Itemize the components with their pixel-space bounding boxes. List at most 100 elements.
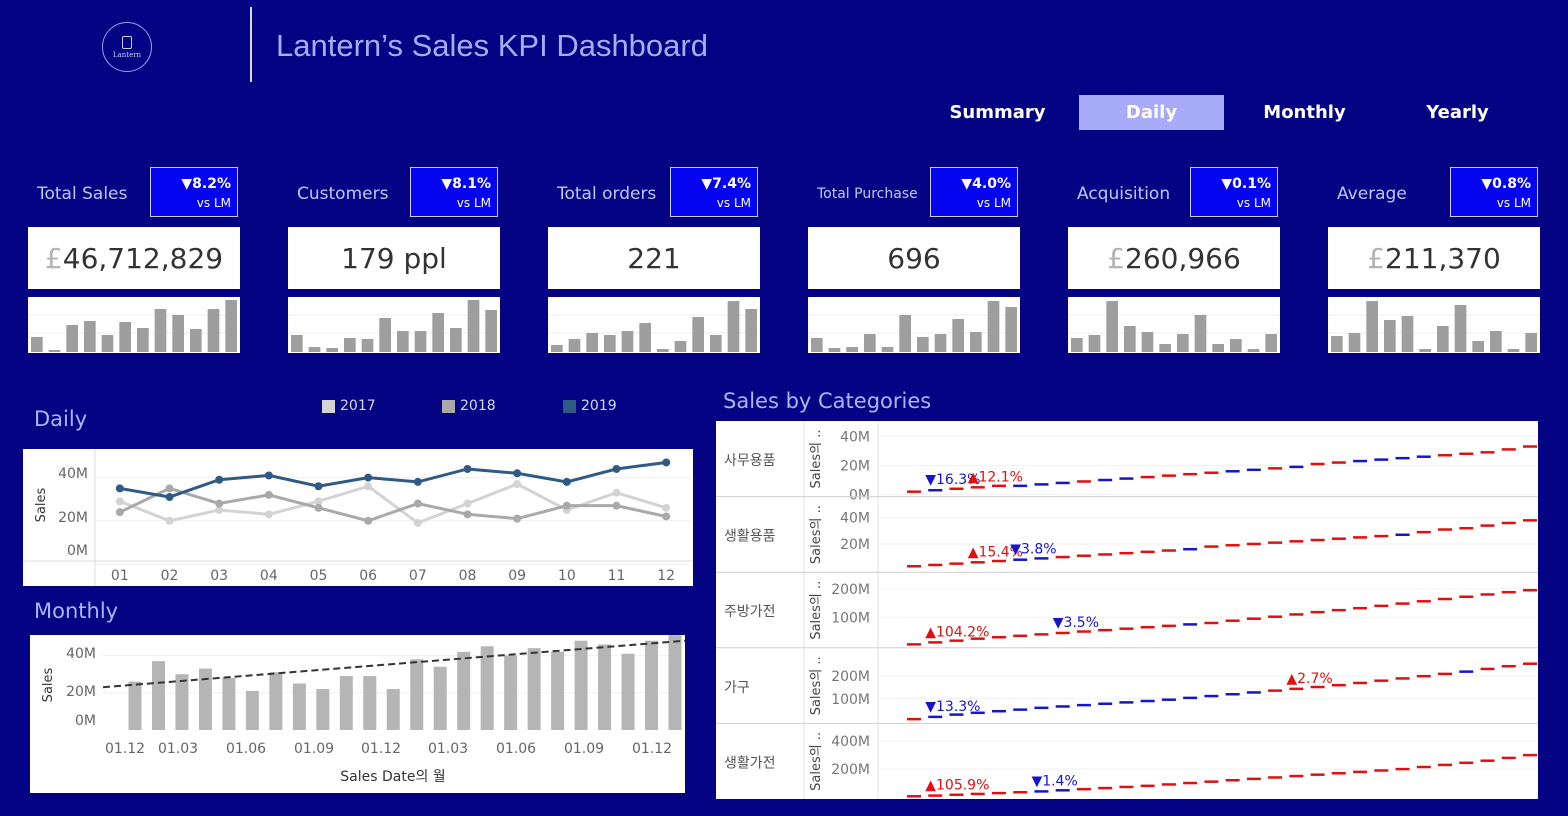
- spark-bar: [899, 315, 911, 352]
- x-tick-label: 03: [210, 568, 228, 584]
- spark-bar: [745, 309, 757, 352]
- data-point: [513, 514, 522, 523]
- monthly-bar: [527, 648, 541, 730]
- daily-line-chart: 40M 20M 0M Sales 01 02 03 04 05 06 07 08 09 10 11 12: [23, 449, 693, 586]
- series-line-2019: [119, 460, 667, 499]
- x-tick-label: 07: [409, 568, 427, 584]
- y-tick-label: 40M: [840, 429, 870, 445]
- spark-bar: [657, 349, 669, 352]
- spark-bar: [1384, 320, 1396, 352]
- kpi-delta-compare: vs LM: [1236, 196, 1271, 210]
- data-point: [463, 510, 472, 519]
- spark-bar: [190, 329, 202, 352]
- kpi-value: 696: [808, 227, 1020, 289]
- kpi-sparkline: [1068, 297, 1280, 353]
- y-tick-label: 400M: [831, 734, 870, 750]
- categories-title: Sales by Categories: [723, 389, 932, 413]
- spark-bar: [1366, 301, 1378, 352]
- y-tick-label: 20M: [840, 458, 870, 474]
- nav-daily-button[interactable]: Daily: [1079, 95, 1224, 130]
- kpi-delta-badge: ▼4.0% vs LM: [930, 167, 1018, 217]
- category-change-label: ▲105.9%: [925, 778, 989, 794]
- data-point: [364, 482, 373, 491]
- spark-bar: [864, 334, 876, 352]
- spark-bar: [397, 331, 409, 352]
- kpi-value-number: 46,712,829: [62, 241, 224, 275]
- kpi-value: £260,966: [1068, 227, 1280, 289]
- legend-swatch-2018: [442, 399, 455, 413]
- kpi-sparkline: [808, 297, 1020, 353]
- data-point: [264, 490, 273, 499]
- spark-bar: [172, 315, 184, 352]
- spark-bar: [604, 335, 616, 352]
- kpi-value-number: 696: [887, 241, 941, 275]
- data-point: [413, 518, 422, 527]
- kpi-delta-compare: vs LM: [716, 196, 751, 210]
- kpi-currency: £: [44, 241, 63, 275]
- category-label: 가구: [724, 680, 750, 696]
- spark-bar: [361, 339, 374, 352]
- kpi-delta-badge: ▼8.1% vs LM: [410, 167, 498, 217]
- kpi-value-number: 179 ppl: [341, 241, 447, 275]
- y-tick-label: 20M: [66, 684, 96, 700]
- x-tick-label: 05: [310, 568, 328, 584]
- category-change-label: ▼1.4%: [1031, 773, 1077, 789]
- spark-bar: [467, 300, 480, 352]
- spark-bar: [952, 319, 964, 352]
- monthly-bar-chart: 40M 20M 0M Sales 01.12 01.03 01.06 01.09 01.12 01…: [41, 635, 686, 785]
- data-point: [364, 516, 373, 525]
- y-tick-label: 20M: [58, 510, 88, 526]
- data-point: [662, 512, 671, 521]
- y-tick-label: 40M: [840, 511, 870, 527]
- kpi-sparkline: [288, 297, 500, 353]
- nav-yearly-button[interactable]: Yearly: [1385, 95, 1530, 130]
- y-tick-label: 0M: [67, 543, 88, 559]
- category-change-label: ▲104.2%: [925, 624, 989, 640]
- monthly-bar: [457, 651, 471, 730]
- monthly-chart-panel: 40M 20M 0M Sales 01.12 01.03 01.06 01.09 01.12 01…: [30, 635, 686, 793]
- kpi-value: 221: [548, 227, 760, 289]
- row-y-axis-label: Sales의 ..: [809, 505, 824, 564]
- kpi-currency: £: [1367, 241, 1386, 275]
- kpi-delta-value: ▼0.1%: [1221, 176, 1271, 192]
- spark-bar: [1401, 316, 1414, 352]
- x-tick-label: 02: [161, 568, 179, 584]
- kpi-label: Average: [1337, 184, 1407, 204]
- spark-bar: [1247, 349, 1260, 352]
- spark-bar: [414, 331, 427, 352]
- spark-bar: [101, 335, 114, 352]
- spark-bar: [432, 313, 444, 352]
- spark-bar: [1490, 331, 1502, 352]
- x-tick-label: 01.12: [105, 741, 145, 757]
- kpi-delta-value: ▼8.1%: [441, 176, 491, 192]
- monthly-bar: [222, 677, 236, 730]
- spark-bar: [119, 322, 131, 352]
- data-point: [314, 503, 323, 512]
- nav-summary-button[interactable]: Summary: [925, 95, 1070, 130]
- spark-bar: [225, 300, 237, 352]
- spark-bar: [1419, 349, 1431, 352]
- kpi-label: Total orders: [557, 184, 657, 204]
- x-tick-label: 01.09: [294, 741, 334, 757]
- data-point: [215, 475, 224, 484]
- spark-bar: [1454, 305, 1467, 352]
- x-tick-label: 04: [260, 568, 278, 584]
- data-point: [513, 480, 522, 489]
- monthly-bar: [504, 655, 518, 730]
- spark-bar: [970, 332, 982, 352]
- spark-bar: [1525, 333, 1537, 352]
- monthly-bar: [668, 635, 682, 730]
- monthly-bar: [574, 640, 588, 730]
- lantern-logo: Lantern: [102, 22, 152, 72]
- nav-monthly-button[interactable]: Monthly: [1232, 95, 1377, 130]
- category-label: 주방가전: [724, 604, 776, 620]
- spark-bar: [1124, 326, 1136, 352]
- data-point: [115, 508, 124, 517]
- spark-bar: [621, 331, 634, 352]
- spark-bar: [291, 335, 303, 352]
- spark-bar: [379, 318, 391, 352]
- spark-bar: [710, 335, 722, 352]
- kpi-delta-value: ▼0.8%: [1481, 176, 1531, 192]
- kpi-label: Total Sales: [37, 184, 128, 204]
- monthly-bar: [175, 674, 189, 730]
